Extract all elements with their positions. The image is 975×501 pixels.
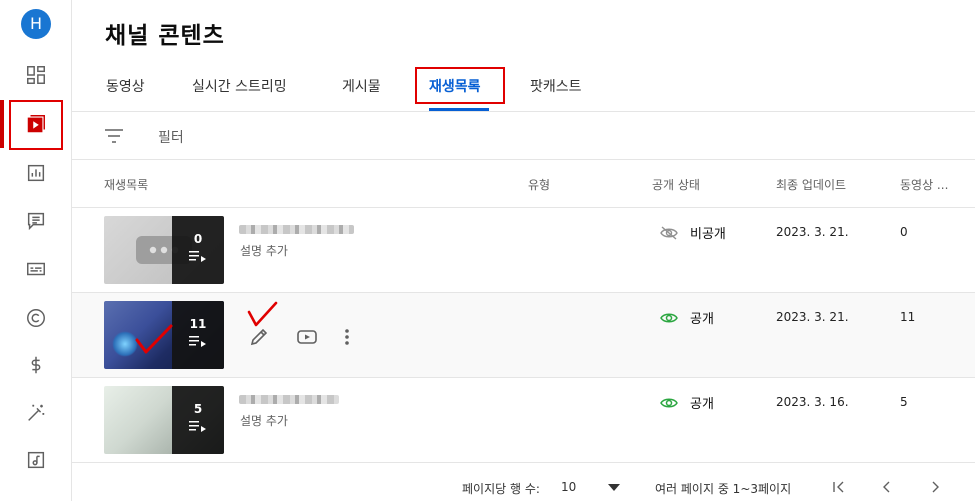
last-updated-cell: 2023. 3. 21. <box>776 310 849 324</box>
last-updated-cell: 2023. 3. 21. <box>776 225 849 239</box>
analytics-icon <box>27 164 45 182</box>
table-row[interactable]: 5 설명 추가 공개 2023. 3. 16. 5 <box>72 378 975 463</box>
playlist-icon <box>189 336 206 347</box>
visibility-label: 공개 <box>690 312 714 327</box>
nav-earn[interactable] <box>0 343 72 387</box>
video-count-cell: 11 <box>900 310 916 324</box>
visibility-label: 비공개 <box>690 227 726 242</box>
nav-customization[interactable] <box>0 391 72 435</box>
playlist-description[interactable]: 설명 추가 <box>240 242 288 259</box>
annotation-highlight-box <box>9 100 63 150</box>
chevron-left-icon <box>883 481 890 493</box>
video-count-badge: 11 <box>189 317 207 331</box>
next-page-button[interactable] <box>926 479 944 495</box>
youtube-play-icon[interactable] <box>296 326 318 348</box>
playlist-description[interactable]: 설명 추가 <box>240 412 288 429</box>
video-count-badge: 0 <box>193 232 203 246</box>
nav-dashboard[interactable] <box>0 53 72 97</box>
tab-live[interactable]: 실시간 스트리밍 <box>192 76 287 96</box>
column-header-type: 유형 <box>528 178 551 192</box>
dashboard-icon <box>27 66 45 84</box>
column-header-video-count[interactable]: 동영상 ... <box>900 176 948 193</box>
filter-bar: 필터 <box>72 112 975 160</box>
tab-posts[interactable]: 게시물 <box>342 76 381 96</box>
row-action-buttons <box>248 326 350 348</box>
playlist-thumbnail[interactable]: 0 <box>104 216 224 284</box>
page-range-label: 여러 페이지 중 1~3페이지 <box>655 482 792 496</box>
dropdown-arrow-icon[interactable] <box>608 484 620 491</box>
column-header-last-updated[interactable]: 최종 업데이트 <box>776 176 846 193</box>
page-title: 채널 콘텐츠 <box>105 23 225 49</box>
avatar[interactable]: H <box>21 9 51 39</box>
nav-subtitles[interactable] <box>0 247 72 291</box>
nav-comments[interactable] <box>0 199 72 243</box>
content-tabs: 동영상 실시간 스트리밍 게시물 재생목록 팟캐스트 <box>72 60 975 112</box>
music-note-icon <box>27 451 45 469</box>
eye-icon <box>660 398 678 407</box>
tab-podcasts[interactable]: 팟캐스트 <box>530 76 582 96</box>
dollar-icon <box>31 356 41 374</box>
visibility-cell[interactable]: 공개 <box>660 308 714 327</box>
edit-pencil-icon[interactable] <box>248 326 270 348</box>
playlist-icon <box>189 251 206 262</box>
annotation-highlight-box <box>415 67 505 104</box>
playlist-thumbnail[interactable]: 5 <box>104 386 224 454</box>
eye-off-icon <box>660 225 678 240</box>
magic-wand-icon <box>28 404 45 421</box>
video-count-badge: 5 <box>193 402 203 416</box>
left-nav-rail: H <box>0 0 72 501</box>
last-updated-cell: 2023. 3. 16. <box>776 395 849 409</box>
video-count-cell: 5 <box>900 395 908 409</box>
thumbnail-count-overlay: 5 <box>172 386 224 454</box>
playlist-icon <box>189 421 206 432</box>
chevron-right-icon <box>932 481 939 493</box>
table-row[interactable]: 11 공개 2023. 3. 21. 11 <box>72 293 975 378</box>
pagination-bar: 페이지당 행 수: 10 여러 페이지 중 1~3페이지 <box>72 470 975 501</box>
visibility-label: 공개 <box>690 397 714 412</box>
comments-icon <box>27 212 45 231</box>
table-header: 재생목록 유형 공개 상태 최종 업데이트 동영상 ... <box>72 160 975 208</box>
previous-page-button[interactable] <box>878 479 896 495</box>
copyright-icon <box>27 309 45 327</box>
playlist-thumbnail[interactable]: 11 <box>104 301 224 369</box>
visibility-cell[interactable]: 공개 <box>660 393 714 412</box>
first-page-icon <box>833 481 844 493</box>
studio-app: H 채널 콘텐츠 동영상 실시간 스트리밍 게시물 재생목록 팟캐스트 필터 재… <box>0 0 975 501</box>
rows-per-page-label: 페이지당 행 수: <box>462 482 540 496</box>
visibility-cell[interactable]: 비공개 <box>660 223 726 242</box>
tab-videos[interactable]: 동영상 <box>106 76 145 96</box>
active-tab-underline <box>429 108 489 111</box>
video-count-cell: 0 <box>900 225 908 239</box>
eye-icon <box>660 313 678 322</box>
thumbnail-count-overlay: 11 <box>172 301 224 369</box>
playlist-title-redacted[interactable] <box>239 395 339 404</box>
subtitles-icon <box>27 262 45 276</box>
column-header-visibility[interactable]: 공개 상태 <box>652 176 700 193</box>
filter-input[interactable]: 필터 <box>158 127 184 147</box>
column-header-playlist: 재생목록 <box>104 178 149 192</box>
nav-analytics[interactable] <box>0 151 72 195</box>
first-page-button[interactable] <box>830 479 848 495</box>
more-options-icon[interactable] <box>344 328 350 346</box>
filter-icon[interactable] <box>104 128 124 144</box>
nav-audio-library[interactable] <box>0 438 72 482</box>
playlist-title-redacted[interactable] <box>239 225 354 234</box>
thumbnail-count-overlay: 0 <box>172 216 224 284</box>
nav-copyright[interactable] <box>0 296 72 340</box>
table-row[interactable]: 0 설명 추가 비공개 2023. 3. 21. 0 <box>72 208 975 293</box>
rows-per-page-select[interactable]: 10 <box>561 480 576 494</box>
